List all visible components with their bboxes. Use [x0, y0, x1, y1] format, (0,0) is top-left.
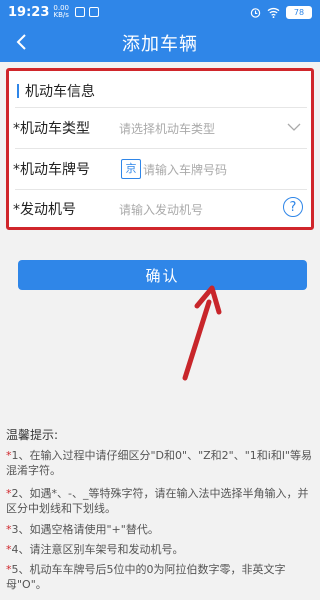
tip-item: *3、如遇空格请使用"+"替代。 — [6, 522, 316, 537]
tips-section: 温馨提示: *1、在输入过程中请仔细区分"D和0"、"Z和2"、"1和i和l"等… — [0, 420, 320, 600]
annotation-arrow-icon — [182, 285, 222, 381]
confirm-button[interactable]: 确认 — [18, 260, 307, 290]
back-chevron-icon[interactable] — [12, 31, 34, 53]
notification-icon — [74, 7, 85, 17]
vehicle-type-placeholder: 请选择机动车类型 — [119, 121, 216, 136]
nav-bar: 添加车辆 — [0, 24, 320, 62]
tip-item: *2、如遇*、-、_等特殊字符，请在输入法中选择半角输入，并区分中划线和下划线。 — [6, 486, 316, 516]
app-notification-icon — [88, 7, 99, 17]
alarm-icon — [250, 7, 261, 18]
vehicle-info-form: 机动车信息 *机动车类型 请选择机动车类型 *机动车牌号 京 请输入车牌号码 *… — [6, 68, 314, 230]
tip-item: *5、机动车车牌号后5位中的0为阿拉伯数字零，非英文字母"O"。 — [6, 562, 316, 592]
battery-icon: 78 — [286, 5, 312, 19]
wifi-icon — [267, 7, 280, 18]
section-title: 机动车信息 — [17, 81, 95, 101]
page-title: 添加车辆 — [122, 34, 198, 55]
tip-text: 1、在输入过程中请仔细区分"D和0"、"Z和2"、"1和i和l"等易混淆字符。 — [6, 449, 312, 477]
network-speed: 0.00 KB/s — [53, 5, 69, 19]
tip-item: *1、在输入过程中请仔细区分"D和0"、"Z和2"、"1和i和l"等易混淆字符。 — [6, 448, 316, 478]
vehicle-type-select[interactable]: *机动车类型 请选择机动车类型 — [9, 108, 311, 148]
tip-text: 5、机动车车牌号后5位中的0为阿拉伯数字零，非英文字母"O"。 — [6, 563, 286, 591]
plate-label: *机动车牌号 — [13, 162, 90, 178]
tip-item: *4、请注意区别车架号和发动机号。 — [6, 542, 316, 557]
plate-input[interactable]: 请输入车牌号码 — [143, 161, 227, 178]
engine-label: *发动机号 — [13, 202, 76, 218]
tip-text: 4、请注意区别车架号和发动机号。 — [11, 543, 184, 556]
tips-title: 温馨提示: — [6, 428, 59, 442]
chevron-down-icon — [287, 123, 301, 131]
plate-field-row: *机动车牌号 京 请输入车牌号码 — [9, 149, 311, 189]
section-accent-bar — [17, 84, 19, 98]
section-title-text: 机动车信息 — [25, 84, 95, 100]
engine-field-row: *发动机号 请输入发动机号 ? — [9, 189, 311, 229]
tip-text: 3、如遇空格请使用"+"替代。 — [11, 523, 159, 536]
province-prefix-button[interactable]: 京 — [121, 159, 141, 179]
network-speed-unit: KB/s — [53, 11, 69, 19]
engine-input[interactable]: 请输入发动机号 — [119, 201, 203, 218]
status-time: 19:23 — [8, 4, 50, 20]
tip-text: 2、如遇*、-、_等特殊字符，请在输入法中选择半角输入，并区分中划线和下划线。 — [6, 487, 309, 515]
status-bar: 19:23 0.00 KB/s 78 — [0, 0, 320, 24]
vehicle-type-label: *机动车类型 — [13, 121, 90, 137]
help-icon[interactable]: ? — [283, 197, 303, 217]
